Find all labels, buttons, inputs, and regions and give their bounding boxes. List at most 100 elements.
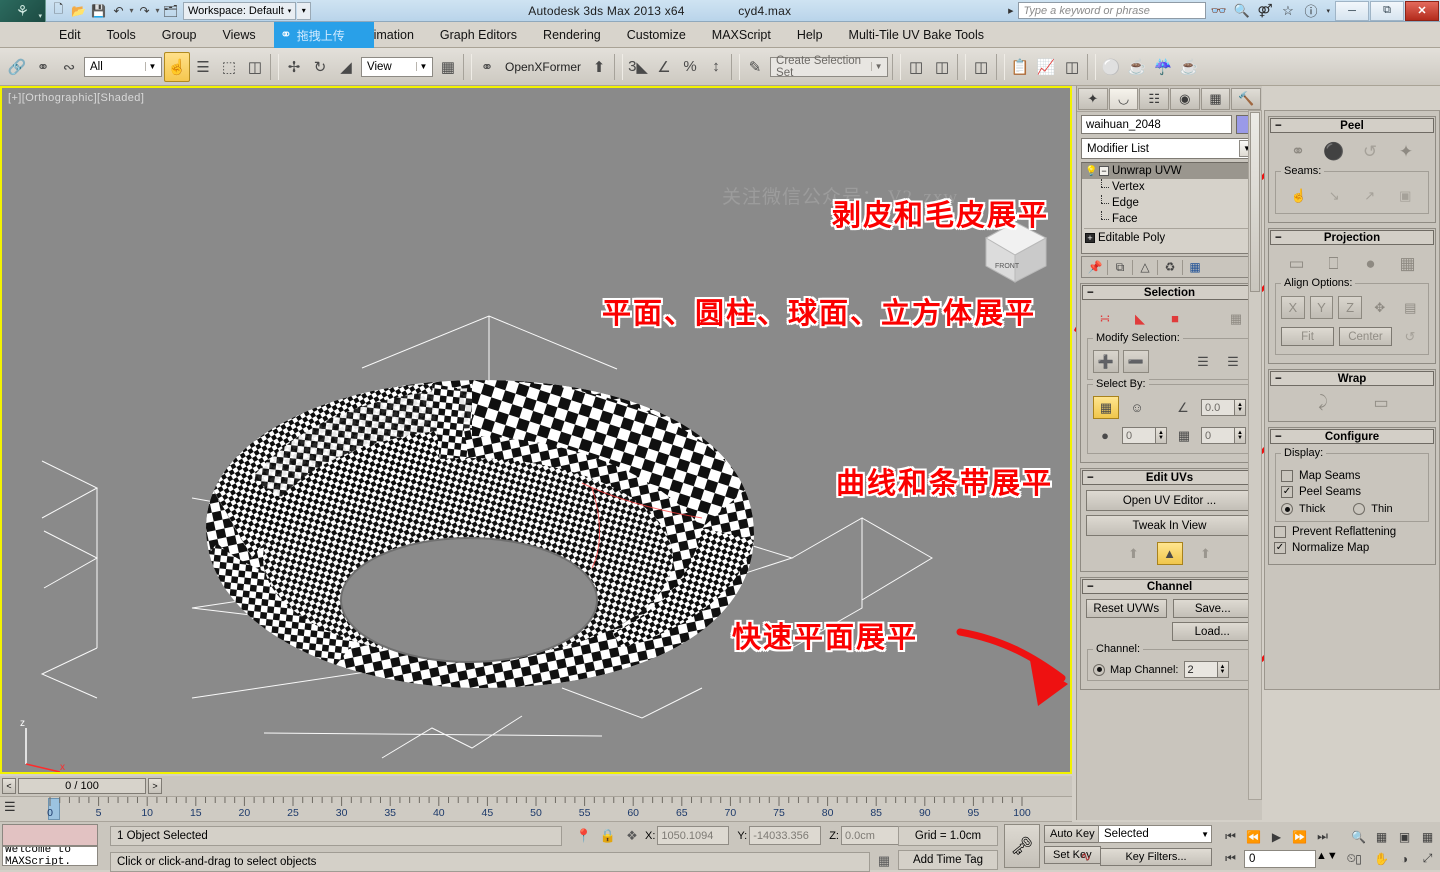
render-production-icon[interactable]: ☕ — [1176, 52, 1202, 82]
modifier-stack[interactable]: 💡 − Unwrap UVW Vertex Edge Face + Editab… — [1081, 162, 1258, 254]
selection-lock-icon[interactable]: 🔒 — [598, 826, 618, 846]
star-icon[interactable]: ☆ — [1277, 1, 1298, 21]
open-uv-editor-button[interactable]: Open UV Editor ... — [1086, 490, 1253, 511]
pin-stack-status-icon[interactable]: 📍 — [574, 826, 594, 846]
select-element-icon[interactable]: ▦ — [1093, 396, 1119, 419]
schematic-view-icon[interactable]: ◫ — [1059, 52, 1085, 82]
prevent-reflattening-checkbox-row[interactable]: Prevent Reflattening — [1274, 526, 1430, 538]
snaps-toggle-icon[interactable]: 3 ◣ — [625, 52, 651, 82]
set-key-toggle-icon[interactable]: 🗝 — [1004, 824, 1040, 868]
reset-peel-icon[interactable]: ↺ — [1357, 140, 1383, 163]
select-and-rotate-icon[interactable]: ↻ — [307, 52, 333, 82]
window-crossing-icon[interactable]: ◫ — [242, 52, 268, 82]
menu-item-rendering[interactable]: Rendering — [530, 22, 614, 48]
align-z-button[interactable]: Z — [1338, 296, 1362, 319]
save-uv-icon[interactable]: ⬆ — [1121, 542, 1147, 565]
material-editor-icon[interactable]: ⚪ — [1098, 52, 1124, 82]
stack-item-editable-poly[interactable]: + Editable Poly — [1082, 230, 1257, 246]
undo-dropdown-icon[interactable]: ▾ — [129, 6, 134, 15]
wrap-patch-icon[interactable]: ▭ — [1368, 391, 1394, 414]
pelt-map-icon[interactable]: ✦ — [1393, 140, 1419, 163]
rollout-header-selection[interactable]: − Selection — [1082, 285, 1257, 300]
thin-radio[interactable] — [1353, 503, 1366, 515]
stack-subitem-vertex[interactable]: Vertex — [1082, 179, 1257, 195]
align-icon[interactable]: ◫ — [929, 52, 955, 82]
menu-item-edit[interactable]: Edit — [46, 22, 94, 48]
quick-peel-icon[interactable]: ⚭ — [1285, 140, 1311, 163]
map-seams-checkbox-row[interactable]: Map Seams — [1281, 470, 1423, 482]
save-channel-button[interactable]: Save... — [1172, 599, 1253, 618]
rollout-header-configure[interactable]: − Configure — [1270, 429, 1434, 444]
set-project-folder-icon[interactable]: 🗂 — [161, 1, 180, 20]
best-align-icon[interactable]: ✥ — [1367, 296, 1393, 319]
make-unique-icon[interactable]: △ — [1135, 258, 1155, 276]
command-panel-scrollbar[interactable] — [1248, 110, 1262, 800]
render-setup-icon[interactable]: ☕ — [1124, 52, 1150, 82]
tab-motion[interactable]: ◉ — [1170, 87, 1200, 110]
pan-view-icon[interactable]: ✋ — [1371, 848, 1392, 869]
search-expand-icon[interactable]: ▶ — [1005, 7, 1016, 15]
unlink-selection-icon[interactable]: ⚭ — [30, 52, 56, 82]
mirror-icon[interactable]: ◫ — [903, 52, 929, 82]
modifier-list-dropdown[interactable]: Modifier List ▼ — [1081, 138, 1258, 159]
tab-display[interactable]: ▦ — [1200, 87, 1231, 110]
smoothing-group-spinner[interactable]: 0 ▲ ▼ — [1122, 427, 1167, 444]
mini-listener-output[interactable] — [2, 824, 98, 846]
load-channel-button[interactable]: Load... — [1171, 622, 1253, 641]
fit-button[interactable]: Fit — [1281, 327, 1334, 346]
planar-angle-spinner[interactable]: 0.0 ▲ ▼ — [1201, 399, 1246, 416]
configure-modifier-sets-icon[interactable]: ▦ — [1185, 258, 1205, 276]
openxformer-gizmo-icon[interactable]: ⚭ — [474, 52, 500, 82]
peel-mode-icon[interactable]: ⚫ — [1321, 140, 1347, 163]
restore-button[interactable]: ⧉ — [1370, 0, 1404, 21]
rollout-header-wrap[interactable]: − Wrap — [1270, 371, 1434, 386]
key-mode-dropdown[interactable]: Selected ▼ — [1098, 825, 1212, 843]
current-frame-spinner[interactable]: 0 ▲▼ — [1244, 849, 1338, 868]
view-cube[interactable]: FRONT — [972, 208, 1058, 288]
search-input[interactable]: Type a keyword or phrase — [1018, 2, 1207, 19]
edge-selection-to-seams-icon[interactable]: ☝ — [1286, 184, 1312, 207]
viewport[interactable]: [+][Orthographic][Shaded] 关注微信公众号： V2_zx… — [0, 86, 1072, 774]
rendered-frame-window-icon[interactable]: ☔ — [1150, 52, 1176, 82]
peel-seams-checkbox-row[interactable]: ✓ Peel Seams — [1281, 486, 1423, 498]
spinner-arrows-icon[interactable]: ▲▼ — [1217, 661, 1229, 678]
go-to-start-icon[interactable]: ⏮ — [1220, 826, 1241, 847]
expand-icon[interactable]: + — [1085, 233, 1095, 243]
remove-modifier-icon[interactable]: ♻ — [1160, 258, 1180, 276]
absolute-relative-transform-icon[interactable]: ❖ — [622, 826, 642, 846]
rollout-header-channel[interactable]: − Channel — [1082, 579, 1257, 594]
tab-create[interactable]: ✦ — [1078, 87, 1108, 110]
open-file-icon[interactable]: 📂 — [69, 1, 88, 20]
tab-utilities[interactable]: 🔨 — [1231, 87, 1262, 110]
cylindrical-map-icon[interactable]: ⎕ — [1321, 252, 1347, 275]
previous-frame-icon[interactable]: ⏪ — [1243, 826, 1264, 847]
shrink-selection-icon[interactable]: ➖ — [1123, 350, 1149, 373]
people-icon[interactable]: ⚤ — [1254, 1, 1275, 21]
menu-item-help[interactable]: Help — [784, 22, 836, 48]
workspace-selector[interactable]: Workspace: Default ▾ — [183, 1, 297, 20]
map-channel-spinner[interactable]: 2 ▲ ▼ — [1183, 661, 1229, 678]
align-x-button[interactable]: X — [1281, 296, 1305, 319]
help-icon[interactable]: ⓘ — [1300, 1, 1321, 21]
sub-object-edge-icon[interactable]: ◣ — [1127, 307, 1153, 330]
spinner-arrows-icon[interactable]: ▲▼ — [1156, 427, 1167, 444]
reference-coordinate-combo[interactable]: View ▼ — [361, 56, 433, 77]
minimize-button[interactable]: ─ — [1335, 0, 1369, 21]
percent-snap-toggle-icon[interactable]: % — [677, 52, 703, 82]
binoculars-icon[interactable]: 👓 — [1208, 1, 1229, 21]
spinner-snap-toggle-icon[interactable]: ↕ — [703, 52, 729, 82]
quick-planar-map-icon[interactable]: ▲ — [1156, 542, 1183, 565]
time-ruler[interactable]: ☰ 0 5 10 15 20 25 30 35 40 45 50 55 60 65 70 75 80 85 90 95… — [0, 796, 1072, 822]
drag-upload-overlay[interactable]: ⚭ 拖拽上传 — [274, 22, 374, 48]
select-and-move-icon[interactable]: ✢ — [281, 52, 307, 82]
show-end-result-icon[interactable]: ⧉ — [1110, 258, 1130, 276]
menu-item-maxscript[interactable]: MAXScript — [699, 22, 784, 48]
sub-object-vertex-icon[interactable]: ∺ — [1092, 307, 1118, 330]
menu-item-customize[interactable]: Customize — [614, 22, 699, 48]
select-by-name-icon[interactable]: ☰ — [190, 52, 216, 82]
tab-hierarchy[interactable]: ☷ — [1139, 87, 1170, 110]
spinner-arrows-icon[interactable]: ▲▼ — [1316, 850, 1338, 868]
align-y-button[interactable]: Y — [1309, 296, 1334, 319]
reset-uvws-button[interactable]: Reset UVWs — [1086, 599, 1167, 618]
normalize-map-checkbox-row[interactable]: ✓ Normalize Map — [1274, 542, 1430, 554]
